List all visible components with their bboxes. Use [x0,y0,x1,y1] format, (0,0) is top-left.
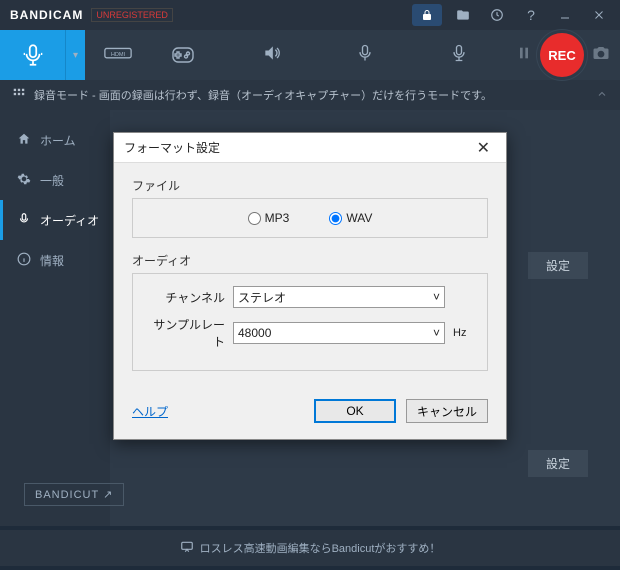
nav-info[interactable]: 情報 [0,240,110,280]
toolbar: ▾ HDMI REC [0,30,620,80]
footer-text: ロスレス高速動画編集ならBandicutがおすすめ！ [200,540,441,556]
home-icon [16,132,32,149]
brand-text: BANDICAM [10,8,83,22]
grid-icon [12,87,26,104]
radio-wav-label: WAV [346,211,372,225]
channel-label: チャンネル [145,289,233,306]
titlebar: BANDICAM UNREGISTERED ? [0,0,620,30]
radio-mp3[interactable]: MP3 [248,211,290,225]
nav-label: 一般 [40,172,64,189]
dialog-title: フォーマット設定 [124,139,220,156]
radio-wav[interactable]: WAV [329,211,372,225]
settings-button-2[interactable]: 設定 [528,450,588,477]
channel-select[interactable]: ステレオ ˅ [233,286,445,308]
samplerate-value: 48000 [238,326,271,340]
tab-audio-dropdown[interactable]: ▾ [65,30,85,80]
mic-input-icon[interactable] [345,43,385,68]
gear-icon [16,172,32,189]
chevron-down-icon: ˅ [433,290,440,304]
samplerate-unit: Hz [445,327,475,339]
settings-button-1[interactable]: 設定 [528,252,588,279]
ok-button[interactable]: OK [314,399,396,423]
radio-wav-input[interactable] [329,212,342,225]
radio-mp3-input[interactable] [248,212,261,225]
help-icon[interactable]: ? [514,1,548,29]
nav-label: ホーム [40,132,76,149]
help-link[interactable]: ヘルプ [132,403,168,420]
nav-home[interactable]: ホーム [0,120,110,160]
clock-icon[interactable] [480,1,514,29]
tab-game[interactable] [150,30,215,80]
channel-value: ステレオ [238,289,286,306]
chevron-up-icon[interactable] [596,88,608,103]
chevron-down-icon: ˅ [433,326,440,340]
samplerate-label: サンプルレート [145,316,233,350]
footer: ロスレス高速動画編集ならBandicutがおすすめ！ [0,526,620,566]
nav-label: オーディオ [40,212,99,229]
mic-settings-icon[interactable] [439,43,479,68]
audio-fieldset: チャンネル ステレオ ˅ サンプルレート 48000 ˅ Hz [132,273,488,371]
audio-icon [16,212,32,229]
audio-legend: オーディオ [132,252,488,269]
bandicut-link[interactable]: BANDICUT ↗ [24,483,124,506]
info-icon [16,252,32,269]
close-icon[interactable] [582,1,616,29]
cancel-button[interactable]: キャンセル [406,399,488,423]
unregistered-badge: UNREGISTERED [91,8,173,22]
sidebar: ホーム 一般 オーディオ 情報 [0,110,110,526]
file-legend: ファイル [132,177,488,194]
mode-bar[interactable]: 録音モード - 画面の録画は行わず、録音（オーディオキャプチャー）だけを行うモー… [0,80,620,110]
chat-icon [180,540,194,557]
tab-hdmi[interactable]: HDMI [85,30,150,80]
speaker-icon[interactable] [252,43,292,68]
app-logo: BANDICAM UNREGISTERED [4,8,173,22]
pause-icon[interactable] [516,45,532,66]
camera-icon[interactable] [592,44,610,67]
dialog-titlebar: フォーマット設定 ✕ [114,133,506,163]
dialog-close-button[interactable]: ✕ [471,138,496,158]
mode-text: 録音モード - 画面の録画は行わず、録音（オーディオキャプチャー）だけを行うモー… [34,87,492,103]
samplerate-select[interactable]: 48000 ˅ [233,322,445,344]
format-settings-dialog: フォーマット設定 ✕ ファイル MP3 WAV オーディオ [113,132,507,440]
nav-general[interactable]: 一般 [0,160,110,200]
folder-icon[interactable] [446,1,480,29]
minimize-icon[interactable] [548,1,582,29]
svg-text:HDMI: HDMI [110,52,125,58]
nav-label: 情報 [40,252,64,269]
radio-mp3-label: MP3 [265,211,290,225]
lock-icon[interactable] [412,4,442,26]
record-button[interactable]: REC [540,33,584,77]
tab-audio-record[interactable] [0,30,65,80]
file-fieldset: MP3 WAV [132,198,488,238]
nav-audio[interactable]: オーディオ [0,200,110,240]
